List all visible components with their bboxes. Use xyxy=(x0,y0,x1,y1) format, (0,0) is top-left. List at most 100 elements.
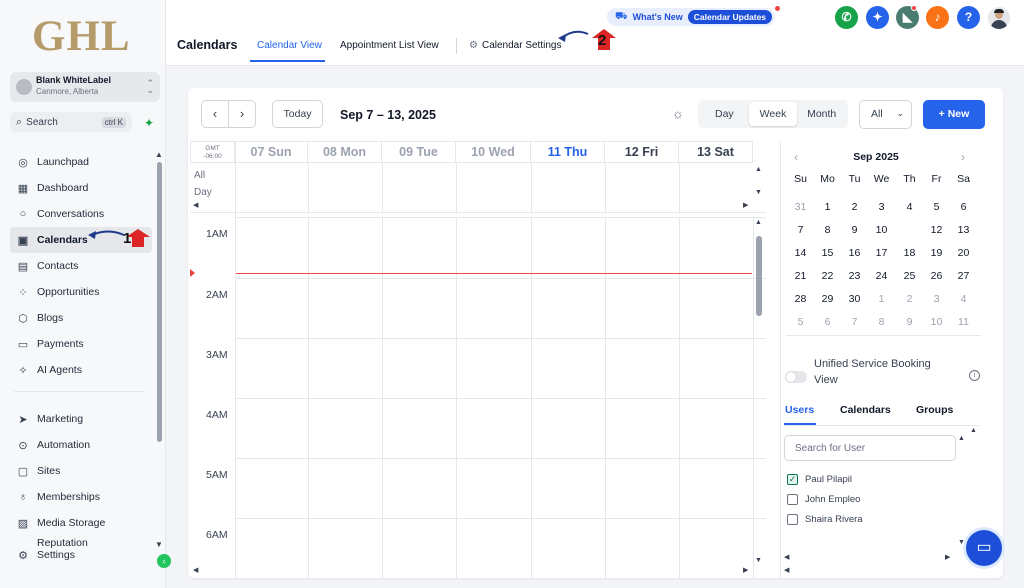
panel-scroll-right-icon[interactable]: ▶ xyxy=(945,553,950,561)
mini-cal-day[interactable]: 8 xyxy=(814,221,841,239)
next-week-button[interactable]: › xyxy=(229,101,255,127)
sidebar-search[interactable]: ⌕ Search ctrl K xyxy=(10,112,132,132)
magic-wand-icon[interactable]: ✦ xyxy=(866,6,889,29)
mini-cal-day[interactable]: 14 xyxy=(787,244,814,262)
sidebar-scroll-up-icon[interactable]: ▲ xyxy=(155,150,163,159)
sidebar-item-settings[interactable]: ⚙ Settings xyxy=(10,549,152,562)
brand-logo[interactable]: GHL xyxy=(32,12,131,61)
sidebar-item-contacts[interactable]: ▤ Contacts xyxy=(10,253,152,279)
tab-groups[interactable]: Groups xyxy=(916,404,953,416)
panel-scroll-up-icon[interactable]: ▲ xyxy=(970,427,977,434)
mini-cal-day[interactable]: 4 xyxy=(950,290,977,308)
day-header-mon[interactable]: 08 Mon xyxy=(308,141,382,163)
mini-cal-day[interactable]: 24 xyxy=(868,267,895,285)
day-header-tue[interactable]: 09 Tue xyxy=(382,141,456,163)
help-icon[interactable]: ? xyxy=(957,6,980,29)
user-row[interactable]: ✓ Paul Pilapil xyxy=(787,471,852,487)
mini-cal-day[interactable]: 7 xyxy=(787,221,814,239)
mini-cal-day[interactable]: 26 xyxy=(923,267,950,285)
mini-cal-day[interactable]: 20 xyxy=(950,244,977,262)
mini-cal-day[interactable]: 4 xyxy=(896,198,923,216)
bell-icon[interactable]: ♪ xyxy=(926,6,949,29)
mini-cal-day[interactable]: 19 xyxy=(923,244,950,262)
panel-scroll-left-icon[interactable]: ◀ xyxy=(784,553,789,561)
mini-cal-day[interactable]: 25 xyxy=(896,267,923,285)
sidebar-item-payments[interactable]: ▭ Payments xyxy=(10,331,152,357)
view-day-button[interactable]: Day xyxy=(700,102,749,126)
mini-cal-day[interactable]: 2 xyxy=(896,290,923,308)
sidebar-item-reputation[interactable]: Reputation xyxy=(10,536,152,549)
mini-cal-day[interactable]: 17 xyxy=(868,244,895,262)
mini-cal-day[interactable]: 10 xyxy=(868,221,895,239)
view-month-button[interactable]: Month xyxy=(797,102,846,126)
tab-calendar-view[interactable]: Calendar View xyxy=(257,40,322,51)
mini-cal-day[interactable]: 7 xyxy=(841,313,868,331)
mini-cal-day-today[interactable]: 11 xyxy=(896,220,923,239)
ai-sparkle-icon[interactable]: ✦ xyxy=(140,114,158,132)
unified-booking-toggle[interactable] xyxy=(785,371,807,383)
tab-calendars[interactable]: Calendars xyxy=(840,404,891,416)
tab-users[interactable]: Users xyxy=(785,404,814,416)
sidebar-scroll-down-icon[interactable]: ▼ xyxy=(155,540,163,549)
user-search-input[interactable]: Search for User xyxy=(784,435,956,461)
phone-icon[interactable]: ✆ xyxy=(835,6,858,29)
mini-cal-day[interactable]: 9 xyxy=(896,313,923,331)
mini-cal-day[interactable]: 3 xyxy=(868,198,895,216)
user-row[interactable]: Shaira Rivera xyxy=(787,511,863,527)
grid-scroll-left-icon[interactable]: ◀ xyxy=(193,566,198,574)
day-header-sun[interactable]: 07 Sun xyxy=(235,141,308,163)
account-switcher[interactable]: Blank WhiteLabel Canmore, Alberta ⌃ ⌄ xyxy=(10,72,160,102)
sidebar-item-opportunities[interactable]: ⁘ Opportunities xyxy=(10,279,152,305)
collapse-sidebar-button[interactable]: ‹ xyxy=(157,554,171,568)
mini-cal-day[interactable]: 28 xyxy=(787,290,814,308)
mini-cal-day[interactable]: 16 xyxy=(841,244,868,262)
view-week-button[interactable]: Week xyxy=(748,102,798,126)
sidebar-item-blogs[interactable]: ⬡ Blogs xyxy=(10,305,152,331)
tab-calendar-settings[interactable]: ⚙ Calendar Settings xyxy=(469,40,561,51)
sidebar-item-dashboard[interactable]: ▦ Dashboard xyxy=(10,175,152,201)
user-list-scroll-up-icon[interactable]: ▲ xyxy=(958,435,965,442)
sidebar-scrollbar[interactable] xyxy=(157,162,162,442)
mini-cal-day[interactable]: 12 xyxy=(923,221,950,239)
mini-cal-day[interactable]: 27 xyxy=(950,267,977,285)
mini-cal-day[interactable]: 13 xyxy=(950,221,977,239)
mini-cal-day[interactable]: 15 xyxy=(814,244,841,262)
user-checkbox[interactable]: ✓ xyxy=(787,473,798,485)
allday-scroll-right-icon[interactable]: ▶ xyxy=(743,201,748,209)
sidebar-item-marketing[interactable]: ➤ Marketing xyxy=(10,406,152,432)
tab-appointment-list-view[interactable]: Appointment List View xyxy=(340,40,439,51)
mini-cal-day[interactable]: 1 xyxy=(868,290,895,308)
info-icon[interactable]: i xyxy=(969,370,980,381)
allday-scroll-left-icon[interactable]: ◀ xyxy=(193,201,198,209)
mini-cal-day[interactable]: 5 xyxy=(923,198,950,216)
sidebar-item-memberships[interactable]: ♁ Memberships xyxy=(10,484,152,510)
user-list-scroll-down-icon[interactable]: ▼ xyxy=(958,539,965,546)
user-row[interactable]: John Empleo xyxy=(787,491,860,507)
sidebar-item-conversations[interactable]: ○ Conversations xyxy=(10,201,152,227)
allday-scroll-up-icon[interactable]: ▲ xyxy=(755,166,762,173)
mini-cal-day[interactable]: 9 xyxy=(841,221,868,239)
today-button[interactable]: Today xyxy=(272,100,323,128)
user-checkbox[interactable] xyxy=(787,513,798,525)
sidebar-item-launchpad[interactable]: ◎ Launchpad xyxy=(10,149,152,175)
sidebar-item-automation[interactable]: ⊙ Automation xyxy=(10,432,152,458)
mini-cal-day[interactable]: 10 xyxy=(923,313,950,331)
grid-scrollbar[interactable] xyxy=(756,236,762,316)
prev-week-button[interactable]: ‹ xyxy=(202,101,229,127)
mini-cal-day[interactable]: 30 xyxy=(841,290,868,308)
mini-cal-day[interactable]: 1 xyxy=(814,198,841,216)
panel-scroll-left-icon-2[interactable]: ◀ xyxy=(784,566,789,574)
mini-cal-next-icon[interactable]: › xyxy=(961,150,965,164)
filter-select[interactable]: All ⌄ xyxy=(859,100,912,129)
sidebar-item-ai-agents[interactable]: ✧ AI Agents xyxy=(10,357,152,383)
mini-cal-day[interactable]: 29 xyxy=(814,290,841,308)
mini-cal-day[interactable]: 22 xyxy=(814,267,841,285)
mini-cal-day[interactable]: 18 xyxy=(896,244,923,262)
day-header-fri[interactable]: 12 Fri xyxy=(605,141,679,163)
mini-cal-day[interactable]: 8 xyxy=(868,313,895,331)
grid-scroll-down-icon[interactable]: ▼ xyxy=(755,557,762,564)
new-appointment-button[interactable]: + New xyxy=(923,100,985,129)
mini-cal-day[interactable]: 2 xyxy=(841,198,868,216)
mini-cal-day[interactable]: 3 xyxy=(923,290,950,308)
mini-cal-day[interactable]: 6 xyxy=(950,198,977,216)
